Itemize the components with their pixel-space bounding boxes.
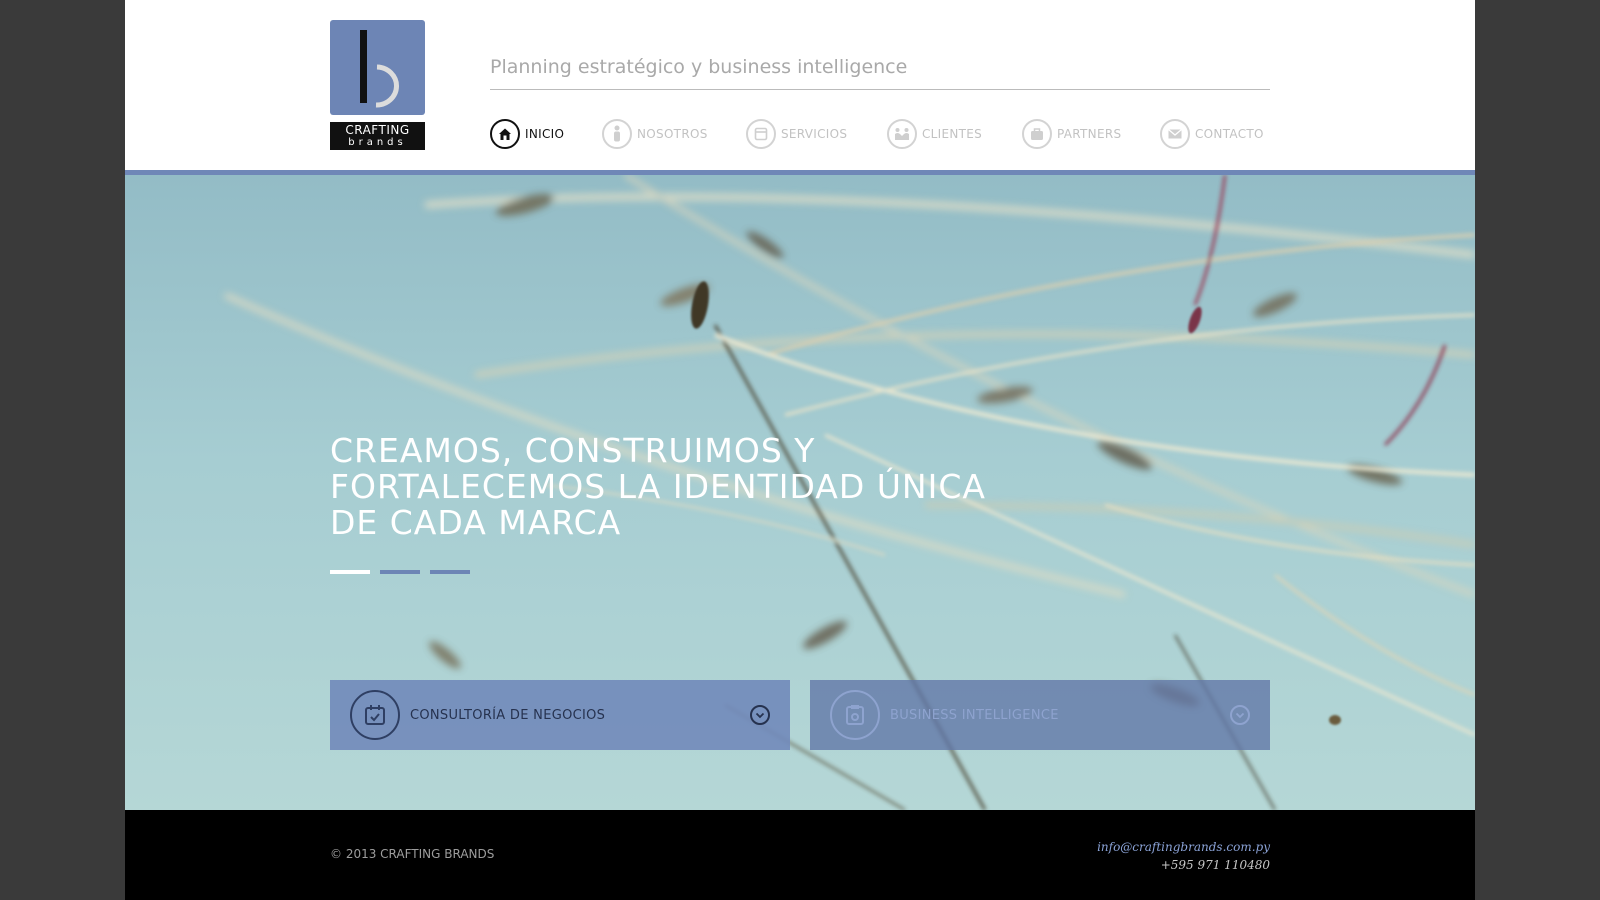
nav-label: CLIENTES [922, 127, 983, 141]
header: CRAFTING brands Planning estratégico y b… [125, 0, 1475, 170]
nav-item-inicio[interactable]: INICIO [490, 118, 564, 150]
services-icon [746, 119, 776, 149]
service-card-consultoria[interactable]: Consultoría de negocios [330, 680, 790, 750]
copyright-text: © 2013 CRAFTING BRANDS [330, 847, 495, 861]
briefcase-icon [1022, 119, 1052, 149]
email-link[interactable]: info@craftingbrands.com.py [1097, 838, 1270, 856]
nav-label: INICIO [525, 127, 565, 141]
nav-label: CONTACTO [1195, 127, 1264, 141]
logo-text-brands: brands [348, 137, 407, 148]
document-icon [830, 690, 880, 740]
envelope-icon [1160, 119, 1190, 149]
slider-dot-3[interactable] [430, 570, 470, 574]
nav-item-servicios[interactable]: SERVICIOS [746, 118, 847, 150]
hero-headline-line: fortalecemos la identidad única [330, 467, 986, 506]
nav-item-contacto[interactable]: CONTACTO [1160, 118, 1264, 150]
home-icon [490, 119, 520, 149]
logo-mark [330, 20, 425, 115]
logo-text-crafting: CRAFTING [345, 123, 410, 137]
slider-dot-1[interactable] [330, 570, 370, 574]
chevron-down-icon[interactable] [750, 705, 770, 725]
hero-headline: Creamos, construimos y fortalecemos la i… [330, 433, 1050, 541]
nav-item-partners[interactable]: PARTNERS [1022, 118, 1121, 150]
service-card-business-intelligence[interactable]: Business Intelligence [810, 680, 1270, 750]
nav-label: PARTNERS [1057, 127, 1122, 141]
service-card-label: Business Intelligence [890, 707, 1059, 723]
handshake-icon [887, 119, 917, 149]
footer: © 2013 CRAFTING BRANDS info@craftingbran… [125, 810, 1475, 900]
nav-item-nosotros[interactable]: NOSOTROS [602, 118, 708, 150]
hero-headline-line: Creamos, construimos y [330, 431, 816, 470]
nav-label: SERVICIOS [781, 127, 848, 141]
main-nav: INICIO NOSOTROS SERVICIOS CLIENTES PARTN… [490, 118, 1270, 150]
tagline: Planning estratégico y business intellig… [490, 56, 908, 78]
service-card-label: Consultoría de negocios [410, 707, 606, 723]
nav-label: NOSOTROS [637, 127, 708, 141]
person-icon [602, 119, 632, 149]
hero-headline-line: de cada marca [330, 503, 622, 542]
page-frame: CRAFTING brands Planning estratégico y b… [125, 0, 1475, 900]
nav-item-clientes[interactable]: CLIENTES [887, 118, 982, 150]
hero-banner: Creamos, construimos y fortalecemos la i… [125, 175, 1475, 810]
calendar-check-icon [350, 690, 400, 740]
logo-wordmark: CRAFTING brands [330, 122, 425, 150]
tagline-divider [490, 89, 1270, 90]
chevron-down-icon[interactable] [1230, 705, 1250, 725]
slider-dot-2[interactable] [380, 570, 420, 574]
logo[interactable]: CRAFTING brands [330, 20, 425, 150]
phone-number: +595 971 110480 [1160, 858, 1270, 872]
footer-contact: info@craftingbrands.com.py +595 971 1104… [1097, 838, 1270, 874]
